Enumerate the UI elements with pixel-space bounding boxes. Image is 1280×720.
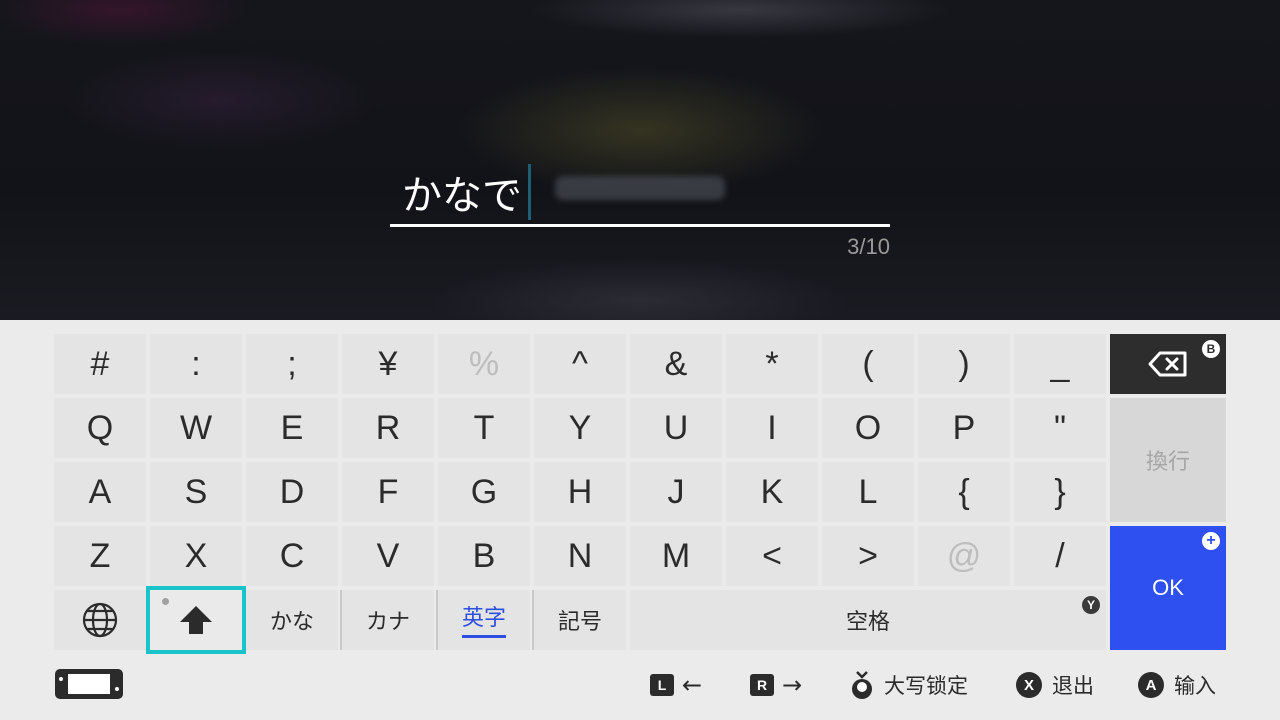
key-r0-c3[interactable]: ¥ (342, 334, 434, 394)
key-r0-c2[interactable]: ; (246, 334, 338, 394)
key-r1-c1[interactable]: W (150, 398, 242, 458)
mode-english-label: 英字 (461, 606, 506, 631)
key-r1-c5[interactable]: Y (534, 398, 626, 458)
key-r3-c7[interactable]: < (726, 526, 818, 586)
key-r3-c2[interactable]: C (246, 526, 338, 586)
key-r1-c7[interactable]: I (726, 398, 818, 458)
y-button-badge: Y (1082, 596, 1100, 614)
key-r3-c0[interactable]: Z (54, 526, 146, 586)
text-input-underline (390, 224, 890, 227)
controller-hints: L ← R → 大写锁定 X 退出 A 输入 (0, 650, 1280, 720)
key-r2-c9[interactable]: { (918, 462, 1010, 522)
mode-symbols[interactable]: 記号 (532, 590, 626, 650)
x-button-icon: X (1016, 672, 1042, 698)
blurred-background-element (555, 176, 725, 200)
shift-arrow-icon (180, 606, 212, 634)
newline-key[interactable]: 換行 (1110, 398, 1226, 522)
key-r2-c0[interactable]: A (54, 462, 146, 522)
key-r0-c1[interactable]: : (150, 334, 242, 394)
r-button-icon: R (750, 674, 774, 696)
plus-button-badge: + (1202, 532, 1220, 550)
key-r0-c9[interactable]: ) (918, 334, 1010, 394)
backspace-icon (1148, 351, 1187, 377)
key-r3-c6[interactable]: M (630, 526, 722, 586)
key-r0-c0[interactable]: # (54, 334, 146, 394)
key-r2-c4[interactable]: G (438, 462, 530, 522)
key-r3-c1[interactable]: X (150, 526, 242, 586)
key-r2-c10[interactable]: } (1014, 462, 1106, 522)
key-r0-c8[interactable]: ( (822, 334, 914, 394)
space-key-label: 空格 (845, 610, 890, 635)
ok-button-label: OK (1152, 575, 1184, 600)
b-button-badge: B (1202, 340, 1220, 358)
key-r1-c3[interactable]: R (342, 398, 434, 458)
key-r0-c7[interactable]: * (726, 334, 818, 394)
key-r1-c8[interactable]: O (822, 398, 914, 458)
text-caret (528, 164, 531, 220)
key-r2-c8[interactable]: L (822, 462, 914, 522)
newline-key-label: 換行 (1145, 450, 1190, 475)
key-r3-c9[interactable]: @ (918, 526, 1010, 586)
key-r2-c5[interactable]: H (534, 462, 626, 522)
a-button-icon: A (1138, 672, 1164, 698)
key-r1-c4[interactable]: T (438, 398, 530, 458)
key-r3-c3[interactable]: V (342, 526, 434, 586)
key-r3-c4[interactable]: B (438, 526, 530, 586)
key-r3-c5[interactable]: N (534, 526, 626, 586)
mode-katakana[interactable]: カナ (340, 590, 434, 650)
space-key[interactable]: 空格 Y (630, 590, 1106, 650)
hint-move-right: R → (750, 670, 802, 700)
key-r2-c6[interactable]: J (630, 462, 722, 522)
key-r1-c10[interactable]: " (1014, 398, 1106, 458)
language-key[interactable] (54, 590, 146, 650)
mode-english[interactable]: 英字 (436, 590, 530, 650)
hint-exit: X 退出 (1016, 670, 1094, 700)
hint-input: A 输入 (1138, 670, 1216, 700)
key-r0-c5[interactable]: ^ (534, 334, 626, 394)
mode-kana[interactable]: かな (246, 590, 338, 650)
key-r3-c8[interactable]: > (822, 526, 914, 586)
key-r0-c10[interactable]: _ (1014, 334, 1106, 394)
shift-key[interactable] (146, 586, 246, 654)
backspace-key[interactable]: B (1110, 334, 1226, 394)
active-mode-indicator (462, 635, 506, 638)
key-r0-c6[interactable]: & (630, 334, 722, 394)
stick-press-icon (852, 671, 872, 699)
key-r2-c1[interactable]: S (150, 462, 242, 522)
text-input-value[interactable]: かなで (402, 168, 522, 224)
key-r0-c4[interactable]: % (438, 334, 530, 394)
mode-symbols-label: 記号 (557, 610, 602, 635)
key-r2-c7[interactable]: K (726, 462, 818, 522)
mode-katakana-label: カナ (365, 610, 410, 635)
right-arrow-icon: → (782, 671, 803, 699)
caps-indicator-dot (162, 598, 169, 605)
key-r1-c2[interactable]: E (246, 398, 338, 458)
caps-lock-label: 大写锁定 (884, 674, 968, 698)
background-preview: かなで 3/10 (0, 0, 1280, 320)
key-r1-c6[interactable]: U (630, 398, 722, 458)
key-r1-c9[interactable]: P (918, 398, 1010, 458)
left-arrow-icon: ← (682, 671, 703, 699)
globe-icon (82, 602, 118, 638)
key-r2-c3[interactable]: F (342, 462, 434, 522)
input-label: 输入 (1174, 674, 1216, 698)
character-counter: 3/10 (847, 234, 890, 259)
console-handheld-icon (55, 669, 123, 699)
hint-caps-lock: 大写锁定 (848, 670, 968, 700)
mode-kana-label: かな (269, 610, 314, 635)
hint-move-left: L ← (650, 670, 702, 700)
key-r2-c2[interactable]: D (246, 462, 338, 522)
key-r1-c0[interactable]: Q (54, 398, 146, 458)
exit-label: 退出 (1052, 674, 1094, 698)
key-r3-c10[interactable]: / (1014, 526, 1106, 586)
ok-button[interactable]: OK + (1110, 526, 1226, 650)
l-button-icon: L (650, 674, 674, 696)
